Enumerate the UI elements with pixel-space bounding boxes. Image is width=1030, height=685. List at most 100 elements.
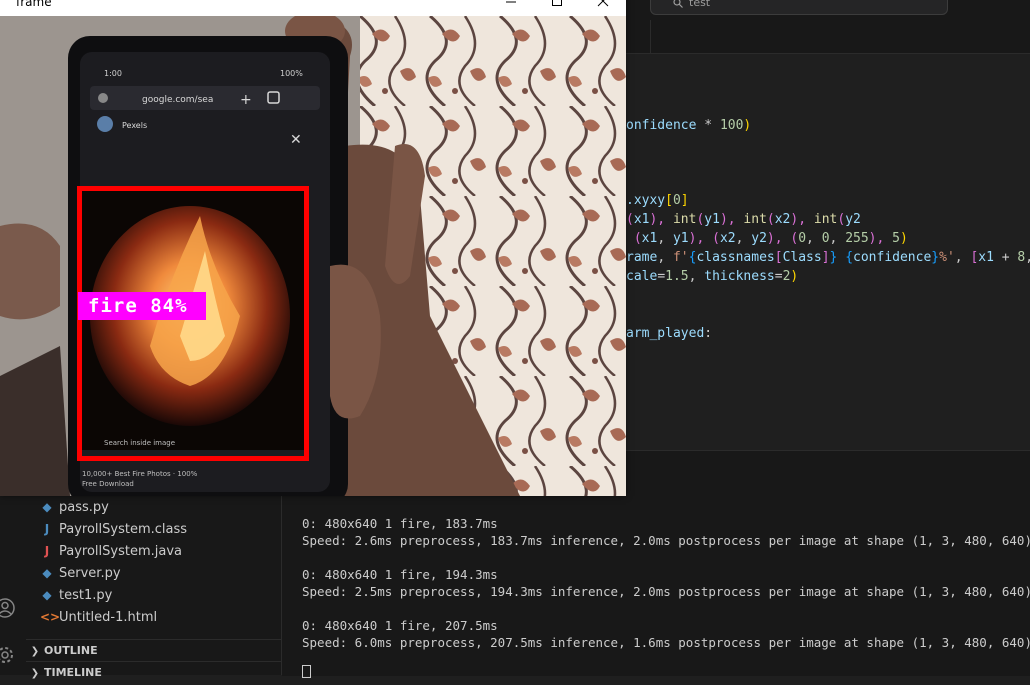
code-token: ), xyxy=(868,231,893,246)
code-line: (x1), int(y1), int(x2), int(y2 xyxy=(626,210,861,229)
file-name: PayrollSystem.java xyxy=(59,544,182,559)
maximize-button[interactable] xyxy=(534,0,580,16)
code-token: } xyxy=(931,250,940,265)
file-item[interactable]: ◆ Server.py xyxy=(40,562,121,584)
frame-titlebar[interactable]: frame xyxy=(0,0,626,16)
code-token: 100 xyxy=(719,118,744,133)
code-token: , xyxy=(735,231,752,246)
python-file-icon: ◆ xyxy=(42,566,52,580)
search-icon xyxy=(673,0,683,8)
code-token: Class xyxy=(782,250,822,265)
code-token: 5 xyxy=(892,231,900,246)
file-item[interactable]: J PayrollSystem.java xyxy=(40,540,182,562)
chevron-right-icon: ❯ xyxy=(30,668,40,679)
camera-image: 1:00 100% google.com/sea + Pexels ✕ Sear… xyxy=(0,16,626,496)
activity-bar xyxy=(0,496,26,675)
code-token: ) xyxy=(790,269,799,284)
terminal-line: 0: 480x640 1 fire, 183.7ms xyxy=(302,516,498,531)
code-token: x1 xyxy=(978,250,994,265)
code-token: %' xyxy=(939,250,955,265)
code-token: ] xyxy=(680,193,689,208)
file-name: PayrollSystem.class xyxy=(59,522,188,537)
home-icon xyxy=(98,93,108,103)
python-file-icon: ◆ xyxy=(42,588,52,602)
code-token: thickness xyxy=(704,269,775,284)
code-line: (x1, y1), (x2, y2), (0, 0, 255), 5) xyxy=(626,229,908,248)
code-token: ), xyxy=(688,231,713,246)
maximize-icon xyxy=(552,0,562,6)
file-item[interactable]: ◆ pass.py xyxy=(40,496,108,518)
code-token: y1 xyxy=(704,212,720,227)
code-token: { xyxy=(845,250,854,265)
code-token: : xyxy=(704,326,713,341)
gear-icon[interactable] xyxy=(0,644,16,666)
outline-label: OUTLINE xyxy=(44,644,98,657)
phone-footer-line2: Free Download xyxy=(82,480,134,488)
file-item[interactable]: ◆ test1.py xyxy=(40,584,112,606)
detection-label: fire 84% xyxy=(78,292,206,320)
code-editor[interactable]: onfidence * 100) .xyxy[0] (x1), int(y1), i… xyxy=(626,76,1030,450)
terminal-line: Speed: 6.0ms preprocess, 207.5ms inferen… xyxy=(302,635,1030,650)
code-line: onfidence * 100) xyxy=(626,116,751,135)
code-token: , xyxy=(657,250,673,265)
html-file-icon: <> xyxy=(40,610,61,624)
timeline-label: TIMELINE xyxy=(44,666,102,679)
code-token: , xyxy=(829,231,846,246)
outline-section-header[interactable]: ❯ OUTLINE xyxy=(26,639,281,662)
code-token: confidence xyxy=(853,250,932,265)
code-token: x1 xyxy=(633,212,650,227)
code-token: y2 xyxy=(845,212,861,227)
close-button[interactable] xyxy=(580,0,626,16)
file-item[interactable]: J PayrollSystem.class xyxy=(40,518,187,540)
code-token: int xyxy=(743,212,767,227)
close-icon xyxy=(597,0,609,7)
code-line: arm_played: xyxy=(626,324,712,343)
code-token: , xyxy=(688,269,705,284)
file-name: Untitled-1.html xyxy=(59,610,158,625)
code-token: rame xyxy=(626,250,658,265)
command-center-search[interactable]: test xyxy=(650,0,948,15)
code-token: = xyxy=(774,269,783,284)
code-token: ), xyxy=(649,212,673,227)
code-line: rame, f'{classnames[Class]} {confidence}… xyxy=(626,248,1030,267)
code-token: ) xyxy=(743,118,752,133)
code-token: ) xyxy=(899,231,908,246)
terminal-line: 0: 480x640 1 fire, 207.5ms xyxy=(302,618,498,633)
camera-frame: 1:00 100% google.com/sea + Pexels ✕ Sear… xyxy=(0,16,626,496)
code-line: .xyxy[0] xyxy=(626,191,689,210)
code-token: ), xyxy=(790,212,814,227)
phone-battery: 100% xyxy=(280,69,303,78)
code-token: .xyxy xyxy=(626,193,666,208)
java-file-icon: J xyxy=(44,544,50,558)
code-token: arm_played xyxy=(626,326,705,341)
code-token: ] xyxy=(821,250,830,265)
code-token: [ xyxy=(665,193,673,208)
window-title: frame xyxy=(16,0,52,9)
terminal-line: Speed: 2.6ms preprocess, 183.7ms inferen… xyxy=(302,533,1030,548)
search-text: test xyxy=(689,0,711,9)
code-token: = xyxy=(657,269,666,284)
code-line: cale=1.5, thickness=2) xyxy=(626,267,798,286)
minimize-icon xyxy=(506,1,516,3)
tab-divider xyxy=(650,20,651,53)
file-name: Server.py xyxy=(59,566,121,581)
code-token: x2 xyxy=(774,212,791,227)
code-token: cale xyxy=(626,269,658,284)
code-token: 0 xyxy=(672,193,681,208)
code-token: ( xyxy=(766,212,775,227)
python-file-icon: ◆ xyxy=(42,500,52,514)
terminal-cursor xyxy=(302,665,311,678)
new-tab-icon: + xyxy=(240,92,252,108)
code-token: ), xyxy=(719,212,744,227)
timeline-section-header[interactable]: ❯ TIMELINE xyxy=(26,661,281,684)
account-icon[interactable] xyxy=(0,597,16,619)
minimize-button[interactable] xyxy=(488,0,534,16)
code-token: f' xyxy=(672,250,689,265)
code-token: x1 xyxy=(641,231,658,246)
file-item[interactable]: <>Untitled-1.html xyxy=(40,606,157,628)
code-token: x2 xyxy=(719,231,736,246)
code-token: , xyxy=(806,231,822,246)
frame-window[interactable]: frame 1:00 100% google.com/sea + Pexels … xyxy=(0,0,626,496)
code-token: classnames xyxy=(696,250,775,265)
